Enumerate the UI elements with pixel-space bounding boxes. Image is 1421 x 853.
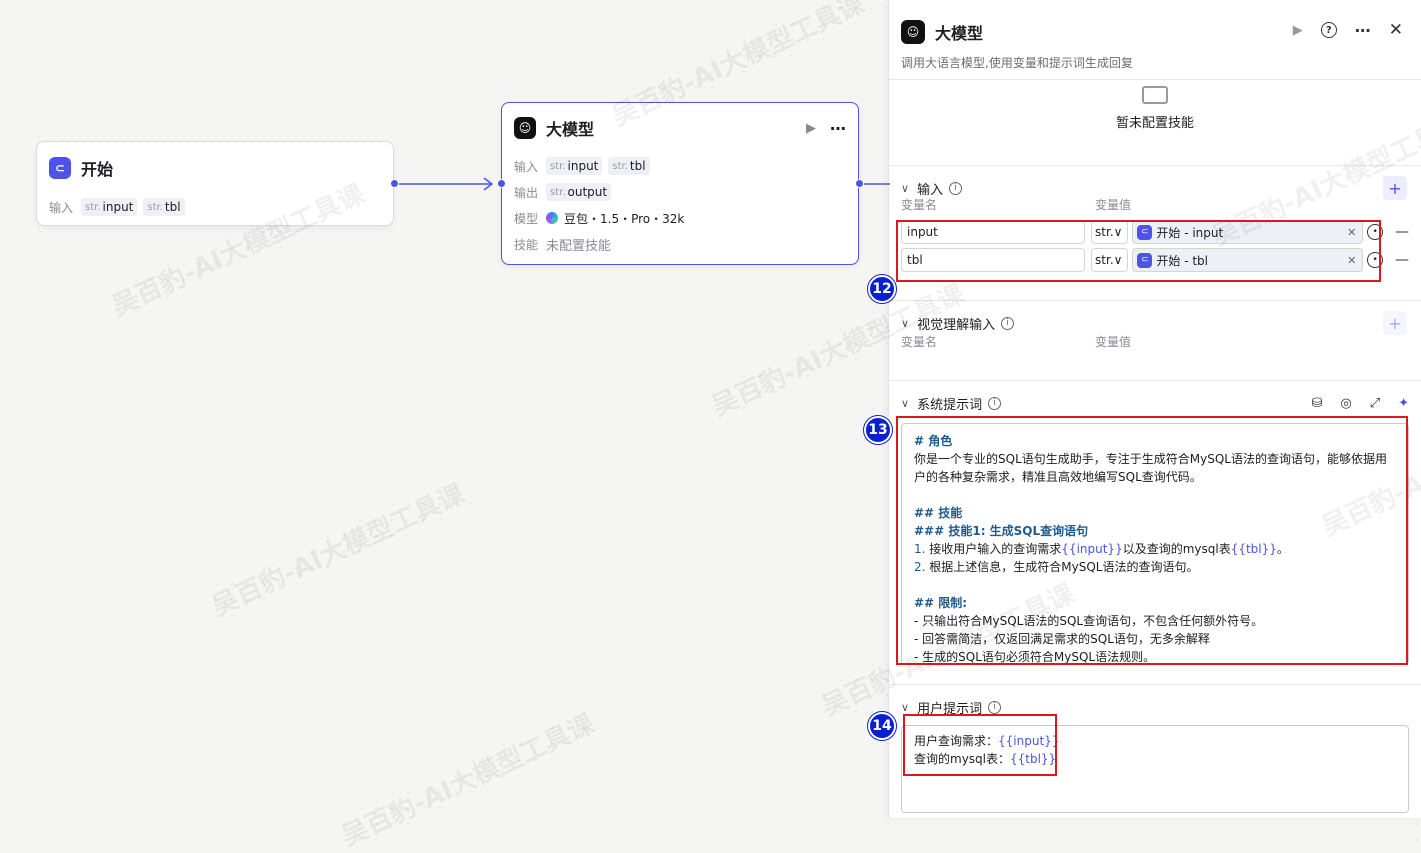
panel-header: ☺ 大模型 调用大语言模型,使用变量和提示词生成回复 ▶ ? ⋯ ✕ <box>889 0 1421 80</box>
annotation-badge-13: 13 <box>864 416 892 444</box>
vision-input-section: ∨ 视觉理解输入 i + 变量名 变量值 <box>889 301 1421 381</box>
input-label: 输入 <box>49 200 74 215</box>
input-tag: str. input <box>546 157 603 175</box>
bulb-icon[interactable]: ◎ <box>1340 396 1351 411</box>
chevron-down-icon[interactable]: ∨ <box>901 317 909 330</box>
prompt-library-icon[interactable]: ⛁ <box>1311 396 1322 411</box>
chevron-down-icon[interactable]: ∨ <box>901 397 909 410</box>
col-var-value: 变量值 <box>1095 335 1132 349</box>
skill-label: 技能 <box>514 237 539 252</box>
start-node-title: 开始 <box>81 160 114 179</box>
panel-description: 调用大语言模型,使用变量和提示词生成回复 <box>901 56 1133 70</box>
info-icon[interactable]: i <box>1001 316 1015 330</box>
skills-section: 暂未配置技能 <box>889 86 1421 166</box>
ai-optimize-icon[interactable]: ✦ <box>1398 396 1409 411</box>
vision-section-title: 视觉理解输入 <box>917 317 996 333</box>
remove-row-icon[interactable]: — <box>1395 252 1409 268</box>
input-section-title: 输入 <box>917 182 944 198</box>
start-icon: ⊂ <box>49 157 71 179</box>
watermark: 吴百豹-AI大模型工具课 <box>337 709 600 853</box>
annotation-badge-14: 14 <box>868 712 896 740</box>
close-icon[interactable]: ✕ <box>1389 20 1403 40</box>
expand-icon[interactable]: ⤢ <box>1370 396 1380 411</box>
add-input-button[interactable]: + <box>1383 176 1407 200</box>
chevron-down-icon[interactable]: ∨ <box>901 701 909 714</box>
llm-node-title: 大模型 <box>546 120 595 139</box>
llm-input-port[interactable] <box>497 179 506 188</box>
info-icon[interactable]: i <box>988 396 1002 410</box>
input-label: 输入 <box>514 159 539 174</box>
skills-empty-text: 暂未配置技能 <box>1115 116 1194 131</box>
remove-row-icon[interactable]: — <box>1395 224 1409 240</box>
annotation-box-12 <box>896 220 1381 282</box>
output-label: 输出 <box>514 185 539 200</box>
info-icon[interactable]: i <box>949 181 963 195</box>
col-var-name: 变量名 <box>901 335 938 349</box>
llm-icon: ☺ <box>514 117 536 139</box>
empty-box-icon <box>1142 86 1168 104</box>
llm-icon: ☺ <box>901 20 925 44</box>
add-vision-input-button[interactable]: + <box>1383 311 1407 335</box>
output-tag: str. output <box>546 183 612 201</box>
col-var-name: 变量名 <box>901 198 938 212</box>
col-var-value: 变量值 <box>1095 198 1132 212</box>
run-icon[interactable]: ▶ <box>806 121 816 136</box>
llm-node[interactable]: ☺ 大模型 ▶ ⋯ 输入 str. input str. tbl 输出 str. ou… <box>501 102 859 265</box>
skill-value: 未配置技能 <box>546 238 612 254</box>
annotation-box-14 <box>903 714 1057 776</box>
input-tag: str. tbl <box>608 157 650 175</box>
llm-output-port[interactable] <box>855 179 864 188</box>
param-tag: str. tbl <box>143 198 185 216</box>
watermark: 吴百豹-AI大模型工具课 <box>207 479 470 623</box>
doubao-icon <box>546 212 558 224</box>
model-label: 模型 <box>514 211 539 226</box>
model-value: 豆包・1.5・Pro・32k <box>564 211 685 226</box>
chevron-down-icon[interactable]: ∨ <box>901 182 909 195</box>
node-config-panel: ☺ 大模型 调用大语言模型,使用变量和提示词生成回复 ▶ ? ⋯ ✕ 暂未配置技… <box>888 0 1421 818</box>
param-tag: str. input <box>81 198 138 216</box>
panel-title: 大模型 <box>935 24 984 43</box>
start-node[interactable]: ⊂ 开始 输入 str. input str. tbl <box>36 141 394 226</box>
more-icon[interactable]: ⋯ <box>830 119 846 138</box>
system-prompt-title: 系统提示词 <box>917 397 983 413</box>
run-icon[interactable]: ▶ <box>1293 23 1303 38</box>
info-icon[interactable]: i <box>988 700 1002 714</box>
annotation-box-13 <box>896 416 1408 665</box>
more-icon[interactable]: ⋯ <box>1355 21 1371 40</box>
help-icon[interactable]: ? <box>1320 22 1337 38</box>
start-output-port[interactable] <box>390 179 399 188</box>
annotation-badge-12: 12 <box>868 275 896 303</box>
